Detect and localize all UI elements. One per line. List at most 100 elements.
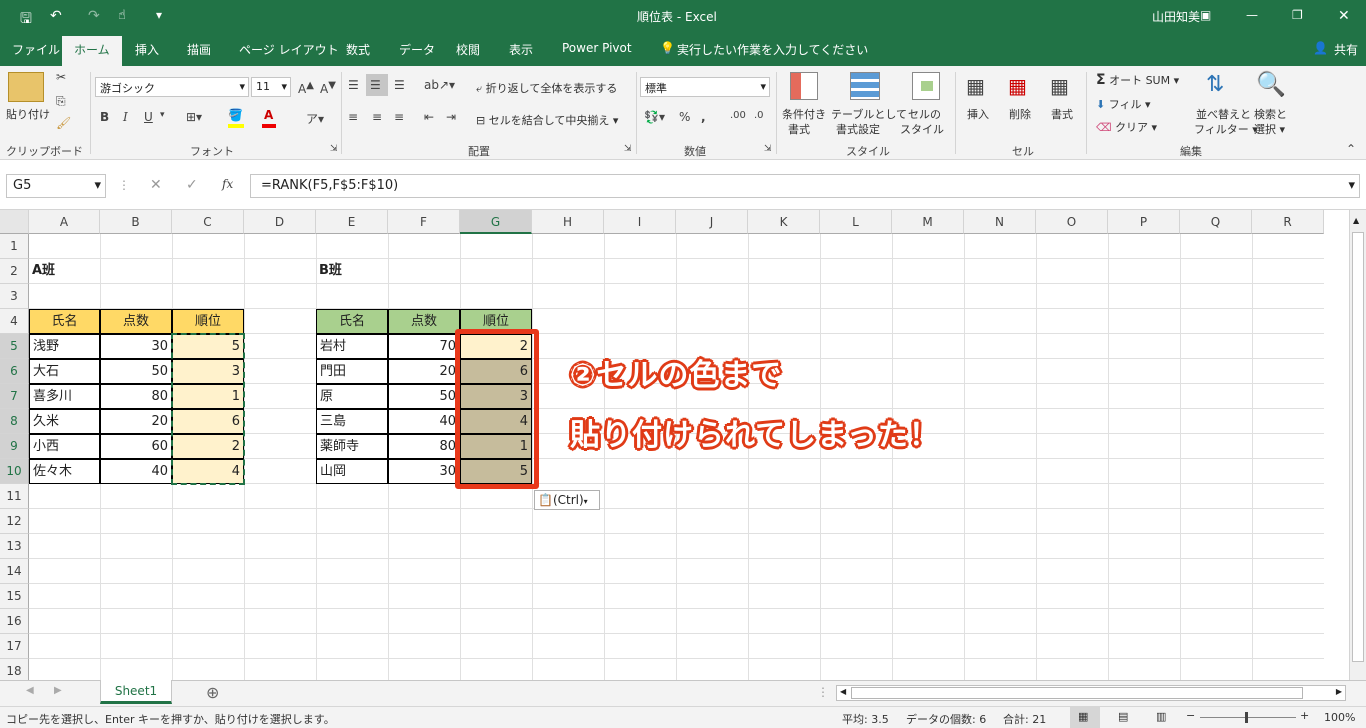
tab-page-layout[interactable]: ページ レイアウト (239, 41, 339, 58)
table-a-title[interactable]: A班 (29, 259, 100, 284)
tab-file[interactable]: ファイル (12, 41, 60, 58)
zoom-level[interactable]: 100% (1324, 711, 1355, 724)
decrease-indent-icon[interactable]: ⇤ (424, 110, 434, 124)
row-header[interactable]: 4 (0, 309, 29, 334)
number-dialog-launcher-icon[interactable]: ⇲ (764, 144, 772, 154)
name-box[interactable]: G5 ▾ (6, 174, 106, 198)
underline-dropdown-icon[interactable]: ▾ (160, 110, 165, 120)
tab-formulas[interactable]: 数式 (346, 41, 370, 58)
paste-options-button[interactable]: 📋(Ctrl)▾ (534, 490, 600, 510)
redo-icon[interactable]: ↷ (88, 8, 100, 24)
font-name-combo[interactable]: 游ゴシック ▾ (95, 77, 249, 97)
table-a-score-cell[interactable]: 80 (100, 384, 172, 409)
table-a-score-cell[interactable]: 60 (100, 434, 172, 459)
format-cells-button[interactable]: 書式 (1051, 106, 1073, 122)
scroll-left-icon[interactable]: ◀ (26, 685, 34, 696)
format-cells-icon[interactable]: ▦ (1050, 74, 1069, 98)
format-as-table-icon[interactable] (850, 72, 880, 100)
row-header[interactable]: 7 (0, 384, 29, 409)
delete-cells-icon[interactable]: ▦ (1008, 74, 1027, 98)
zoom-slider-thumb[interactable] (1245, 712, 1248, 723)
fill-button[interactable]: ⬇ フィル ▾ (1096, 96, 1151, 112)
table-a-name-cell[interactable]: 小西 (29, 434, 100, 459)
tab-draw[interactable]: 描画 (187, 41, 211, 58)
formula-input[interactable]: =RANK(F5,F$5:F$10) ▾ (250, 174, 1360, 198)
table-b-name-cell[interactable]: 山岡 (316, 459, 388, 484)
column-header[interactable]: I (604, 210, 676, 234)
cell-styles-icon[interactable] (912, 72, 940, 100)
underline-button[interactable]: U (144, 110, 153, 124)
column-header[interactable]: B (100, 210, 172, 234)
column-header[interactable]: R (1252, 210, 1324, 234)
table-a-score-cell[interactable]: 40 (100, 459, 172, 484)
table-b-score-cell[interactable]: 70 (388, 334, 460, 359)
fill-color-icon[interactable]: 🪣 (228, 108, 243, 122)
table-b-score-cell[interactable]: 50 (388, 384, 460, 409)
align-top-icon[interactable]: ☰ (348, 78, 359, 92)
autosum-button[interactable]: Σ オート SUM ▾ (1096, 72, 1179, 88)
tab-insert[interactable]: 挿入 (135, 41, 159, 58)
clear-button[interactable]: ⌫ クリア ▾ (1096, 119, 1157, 135)
zoom-slider[interactable] (1200, 717, 1296, 718)
column-header[interactable]: P (1108, 210, 1180, 234)
user-name[interactable]: 山田知美 (1152, 8, 1200, 25)
conditional-format-icon[interactable] (790, 72, 818, 100)
save-icon[interactable]: 🖫 (20, 8, 32, 32)
align-right-icon[interactable]: ≡ (394, 110, 404, 124)
row-header[interactable]: 12 (0, 509, 29, 534)
column-header[interactable]: J (676, 210, 748, 234)
format-painter-icon[interactable]: 🖌 (56, 116, 71, 130)
table-a-header[interactable]: 氏名 (29, 309, 100, 334)
share-button[interactable]: 共有 (1334, 41, 1358, 58)
table-b-score-cell[interactable]: 40 (388, 409, 460, 434)
page-layout-view-icon[interactable]: ▤ (1118, 710, 1128, 723)
ribbon-display-icon[interactable]: ▣ (1200, 8, 1211, 22)
tab-split-icon[interactable]: ⋮ (817, 685, 829, 699)
insert-cells-button[interactable]: 挿入 (967, 106, 989, 122)
tab-view[interactable]: 表示 (509, 41, 533, 58)
align-middle-icon[interactable]: ☰ (370, 78, 381, 92)
row-header[interactable]: 9 (0, 434, 29, 459)
collapse-ribbon-icon[interactable]: ⌃ (1346, 142, 1356, 156)
select-all-corner[interactable] (0, 210, 29, 234)
minimize-icon[interactable]: — (1246, 8, 1258, 22)
paste-icon[interactable] (8, 72, 44, 102)
table-b-title[interactable]: B班 (316, 259, 388, 284)
column-header[interactable]: L (820, 210, 892, 234)
table-b-header[interactable]: 点数 (388, 309, 460, 334)
table-a-header[interactable]: 順位 (172, 309, 244, 334)
column-header[interactable]: N (964, 210, 1036, 234)
insert-function-button[interactable]: fx (222, 177, 233, 191)
scroll-right-icon[interactable]: ▶ (54, 685, 62, 696)
table-b-name-cell[interactable]: 門田 (316, 359, 388, 384)
insert-cells-icon[interactable]: ▦ (966, 74, 985, 98)
table-b-name-cell[interactable]: 三島 (316, 409, 388, 434)
sort-filter-icon[interactable]: ⇅ (1206, 72, 1224, 97)
cell-styles-button[interactable]: セルの (908, 106, 941, 122)
delete-cells-button[interactable]: 削除 (1009, 106, 1031, 122)
customize-qat-icon[interactable]: ▾ (156, 8, 162, 22)
row-header[interactable]: 1 (0, 234, 29, 259)
new-sheet-icon[interactable]: ⊕ (206, 683, 219, 702)
table-b-score-cell[interactable]: 30 (388, 459, 460, 484)
tell-me-box[interactable]: 実行したい作業を入力してください (677, 41, 868, 58)
bold-button[interactable]: B (100, 110, 109, 124)
borders-icon[interactable]: ⊞▾ (186, 110, 202, 124)
table-b-header[interactable]: 氏名 (316, 309, 388, 334)
percent-button[interactable]: % (679, 110, 690, 124)
row-header[interactable]: 3 (0, 284, 29, 309)
row-header[interactable]: 17 (0, 634, 29, 659)
row-header[interactable]: 5 (0, 334, 29, 359)
column-header[interactable]: F (388, 210, 460, 234)
touch-mode-icon[interactable]: ☝ (118, 8, 126, 23)
wrap-text-button[interactable]: ⤶ 折り返して全体を表示する (476, 80, 617, 96)
currency-icon[interactable]: 💱▾ (644, 110, 665, 124)
column-header[interactable]: M (892, 210, 964, 234)
decrease-font-icon[interactable]: A▼ (320, 80, 336, 96)
decrease-decimal-icon[interactable]: .0 (754, 110, 764, 121)
row-header[interactable]: 11 (0, 484, 29, 509)
row-header[interactable]: 6 (0, 359, 29, 384)
vertical-scrollbar[interactable]: ▲ (1349, 210, 1366, 680)
italic-button[interactable]: I (123, 110, 128, 124)
copy-icon[interactable]: ⎘ (56, 94, 66, 109)
